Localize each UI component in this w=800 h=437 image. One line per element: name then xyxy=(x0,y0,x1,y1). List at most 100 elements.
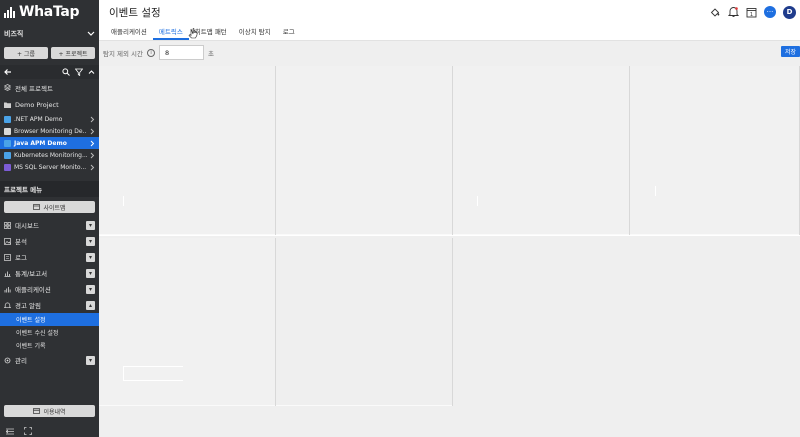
sitemap-label: 사이트맵 xyxy=(43,204,66,212)
tab-bar: 애플리케이션 메트릭스 히트맵 패턴 이상치 탐지 로그 xyxy=(99,24,800,41)
filter-icon[interactable] xyxy=(75,68,83,76)
card-icon xyxy=(33,408,41,414)
panel-tick xyxy=(477,196,478,206)
project-item[interactable]: Java APM Demo xyxy=(0,137,99,149)
demo-project-folder[interactable]: Demo Project xyxy=(0,96,99,113)
chat-button[interactable]: ··· xyxy=(764,6,776,18)
menu-item-manage[interactable]: 관리 ▾ xyxy=(0,352,99,368)
folder-icon xyxy=(4,102,11,108)
metric-panel[interactable] xyxy=(276,66,453,235)
menu-list: 대시보드 ▾ 분석 ▾ 로그 ▾ 통계/보고서 ▾ 애플리케이션 ▾ 경고 알림 ▴ xyxy=(0,217,99,313)
tab[interactable]: 애플리케이션 xyxy=(105,26,153,40)
project-item-label: Browser Monitoring De... xyxy=(14,127,88,135)
detect-exclude-input[interactable]: 8 xyxy=(159,45,205,60)
usage-label: 이용내역 xyxy=(43,408,66,416)
metric-panel[interactable] xyxy=(99,66,276,235)
expand-icon[interactable]: ▾ xyxy=(86,252,95,262)
save-button[interactable]: 저장 xyxy=(781,46,800,57)
cursor-icon xyxy=(188,28,198,39)
expand-icon[interactable]: ▾ xyxy=(86,284,95,294)
menu-item-label: 로그 xyxy=(15,254,27,262)
paint-bucket-icon[interactable] xyxy=(710,7,721,18)
sidebar-bottom-bar xyxy=(0,425,99,437)
detect-exclude-setting: 탐지 제외 시간 i 8 초 저장 xyxy=(99,41,800,64)
submenu-item[interactable]: 이벤트 기록 xyxy=(0,339,99,352)
fullscreen-icon[interactable] xyxy=(24,427,32,435)
project-item-label: .NET APM Demo xyxy=(14,115,63,123)
sitemap-icon xyxy=(33,204,41,210)
bell-icon xyxy=(4,302,11,308)
menu-item[interactable]: 로그 ▾ xyxy=(0,249,99,265)
project-menu-header: 프로젝트 메뉴 xyxy=(0,181,99,197)
sitemap-button[interactable]: 사이트맵 xyxy=(4,201,95,213)
expand-icon[interactable]: ▾ xyxy=(86,268,95,278)
menu-item[interactable]: 대시보드 ▾ xyxy=(0,217,99,233)
bell-icon[interactable] xyxy=(728,6,739,18)
calendar-icon[interactable]: 1 xyxy=(746,7,757,18)
dashboard-icon xyxy=(4,221,11,229)
chevron-right-icon xyxy=(90,128,95,134)
logo-text: WhaTap xyxy=(19,4,80,20)
metric-panel[interactable] xyxy=(276,238,453,406)
menu-item-manage-label: 관리 xyxy=(15,357,27,365)
project-item[interactable]: .NET APM Demo xyxy=(0,113,99,125)
expand-icon[interactable]: ▴ xyxy=(86,300,95,310)
chevron-right-icon xyxy=(90,164,95,170)
tab[interactable]: 로그 xyxy=(277,26,301,40)
avatar[interactable]: D xyxy=(783,5,796,19)
submenu-item[interactable]: 이벤트 설정 xyxy=(0,313,99,326)
metrics-panel-grid xyxy=(99,66,800,437)
metric-panel[interactable] xyxy=(453,66,630,235)
expand-icon[interactable]: ▾ xyxy=(86,236,95,246)
add-group-button[interactable]: + 그룹 xyxy=(4,47,48,59)
chevron-right-icon xyxy=(90,152,95,158)
chevron-right-icon xyxy=(90,140,95,146)
panel-divider xyxy=(99,235,800,236)
all-projects-item[interactable]: 전체 프로젝트 xyxy=(0,79,99,96)
project-type-icon xyxy=(4,163,11,171)
project-type-icon xyxy=(4,127,11,135)
panel-tick xyxy=(123,196,124,206)
menu-item[interactable]: 애플리케이션 ▾ xyxy=(0,281,99,297)
panel-tick xyxy=(123,366,124,380)
log-icon xyxy=(4,253,11,261)
business-selector[interactable]: 비즈직 xyxy=(0,24,99,44)
usage-button[interactable]: 이용내역 xyxy=(4,405,95,417)
tab[interactable]: 이상치 탐지 xyxy=(233,26,277,40)
add-project-button[interactable]: + 프로젝트 xyxy=(51,47,95,59)
metric-panel[interactable] xyxy=(630,66,800,235)
menu-item[interactable]: 경고 알림 ▴ xyxy=(0,297,99,313)
unit-label: 초 xyxy=(208,49,214,58)
alert-submenu: 이벤트 설정 이벤트 수신 설정 이벤트 기록 xyxy=(0,313,99,352)
menu-item-label: 통계/보고서 xyxy=(15,270,48,278)
search-icon[interactable] xyxy=(62,68,70,76)
project-item[interactable]: Kubernetes Monitoring... xyxy=(0,149,99,161)
menu-item-label: 경고 알림 xyxy=(15,302,41,310)
collapse-sidebar-icon[interactable] xyxy=(6,428,14,435)
info-icon[interactable]: i xyxy=(147,48,156,57)
logo[interactable]: WhaTap xyxy=(0,0,99,24)
svg-text:1: 1 xyxy=(750,12,753,18)
project-item-label: MS SQL Server Monito... xyxy=(14,163,87,171)
panel-frame xyxy=(123,380,183,381)
expand-icon[interactable]: ▾ xyxy=(86,220,95,230)
layers-icon xyxy=(4,84,11,91)
project-item[interactable]: Browser Monitoring De... xyxy=(0,125,99,137)
chart-icon xyxy=(4,271,11,277)
chevron-up-icon[interactable] xyxy=(88,69,95,75)
tab[interactable]: 메트릭스 xyxy=(152,26,189,40)
project-toolbar xyxy=(0,65,99,79)
panel-frame xyxy=(123,366,183,367)
page-title: 이벤트 설정 xyxy=(109,6,161,19)
submenu-item[interactable]: 이벤트 수신 설정 xyxy=(0,326,99,339)
sidebar: WhaTap 비즈직 + 그룹 + 프로젝트 전체 프로젝트 Demo Proj… xyxy=(0,0,99,437)
expand-icon[interactable]: ▾ xyxy=(86,355,95,365)
menu-item[interactable]: 통계/보고서 ▾ xyxy=(0,265,99,281)
back-arrow-icon[interactable] xyxy=(4,68,12,76)
all-projects-label: 전체 프로젝트 xyxy=(15,84,53,93)
menu-item[interactable]: 분석 ▾ xyxy=(0,233,99,249)
chevron-right-icon xyxy=(90,116,95,122)
whatap-logo-icon xyxy=(4,7,15,18)
project-item[interactable]: MS SQL Server Monito... xyxy=(0,161,99,173)
menu-item-label: 분석 xyxy=(15,238,27,246)
